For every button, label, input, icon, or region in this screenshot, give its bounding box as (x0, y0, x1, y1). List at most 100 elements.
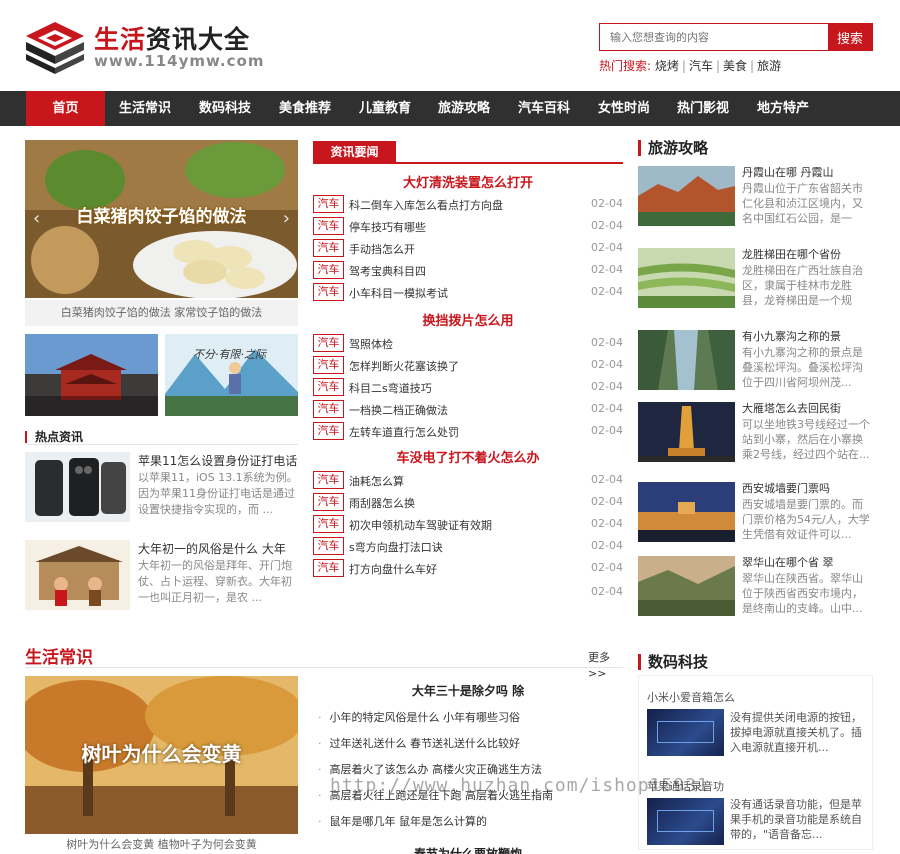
life-headline-next[interactable]: 春节为什么要放鞭炮 (313, 845, 623, 854)
list-item[interactable]: 汽车 初次申领机动车驾驶证有效期 02-04 (313, 514, 623, 534)
list-item-title[interactable]: 驾照体检 (349, 336, 393, 352)
nav-item-digital[interactable]: 数码科技 (190, 91, 260, 126)
category-tag[interactable]: 汽车 (313, 471, 344, 489)
travel-item-title[interactable]: 大雁塔怎么去回民街 (742, 400, 841, 416)
category-tag[interactable]: 汽车 (313, 334, 344, 352)
list-item-title[interactable]: 小车科目一模拟考试 (349, 285, 448, 301)
digital-item-image[interactable] (647, 798, 724, 845)
mid-news-headline[interactable]: 换挡拨片怎么用 (313, 310, 623, 329)
nav-item-food[interactable]: 美食推荐 (270, 91, 340, 126)
list-item-title[interactable]: 油耗怎么算 (349, 473, 404, 489)
nav-item-education[interactable]: 儿童教育 (350, 91, 420, 126)
category-tag[interactable]: 汽车 (313, 400, 344, 418)
hot-search-item[interactable]: 汽车 (689, 59, 713, 73)
list-item-title[interactable]: 一档换二档正确做法 (349, 402, 448, 418)
category-tag[interactable]: 汽车 (313, 537, 344, 555)
list-item[interactable]: 小年的特定风俗是什么 小年有哪些习俗 (318, 709, 521, 725)
hot-news-item[interactable]: 苹果11怎么设置身份证打电话 以苹果11，iOS 13.1系统为例。因为苹果11… (25, 452, 300, 524)
list-item[interactable]: 鼠年是哪几年 鼠年是怎么计算的 (318, 813, 488, 829)
life-feature-caption[interactable]: 树叶为什么会变黄 植物叶子为何会变黄 (25, 836, 298, 852)
mid-news-headline[interactable]: 大灯清洗装置怎么打开 (313, 172, 623, 191)
list-item[interactable]: 汽车 s弯方向盘打法口诀 02-04 (313, 536, 623, 556)
category-tag[interactable]: 汽车 (313, 422, 344, 440)
mid-news-headline[interactable]: 车没电了打不着火怎么办 (313, 447, 623, 466)
list-item[interactable]: 汽车 手动挡怎么开 02-04 (313, 238, 623, 258)
travel-item-title[interactable]: 有小九寨沟之称的景 (742, 328, 841, 344)
list-item-title[interactable]: 雨刮器怎么换 (349, 495, 415, 511)
list-item[interactable]: 汽车 怎样判断火花塞该换了 02-04 (313, 355, 623, 375)
category-tag[interactable]: 汽车 (313, 493, 344, 511)
more-link[interactable]: 更多 >> (588, 650, 610, 682)
slider-prev-icon[interactable]: ‹ (33, 208, 40, 229)
travel-item-title[interactable]: 龙胜梯田在哪个省份 (742, 246, 841, 262)
list-item[interactable]: 汽车 一档换二档正确做法 02-04 (313, 399, 623, 419)
list-item[interactable]: 汽车 打方向盘什么车好 02-04 (313, 558, 623, 578)
category-tag[interactable]: 汽车 (313, 559, 344, 577)
hot-news-link[interactable]: 苹果11怎么设置身份证打电话 (138, 452, 297, 469)
travel-item[interactable]: 大雁塔怎么去回民街 可以坐地铁3号线经过一个站到小寨，然后在小寨换乘2号线，经过… (638, 402, 873, 462)
search-button[interactable]: 搜索 (828, 24, 872, 50)
list-item-title[interactable]: 科二倒车入库怎么看点打方向盘 (349, 197, 503, 213)
nav-item-home[interactable]: 首页 (26, 91, 105, 126)
list-item-title[interactable]: 怎样判断火花塞该换了 (349, 358, 459, 374)
life-section-title[interactable]: 生活常识 (25, 643, 93, 668)
list-item-title[interactable]: 左转车道直行怎么处罚 (349, 424, 459, 440)
category-tag[interactable]: 汽车 (313, 378, 344, 396)
nav-item-fashion[interactable]: 女性时尚 (589, 91, 659, 126)
list-item-title[interactable]: 科目二s弯道技巧 (349, 380, 432, 396)
category-tag[interactable]: 汽车 (313, 195, 344, 213)
list-item[interactable]: 汽车 小车科目一模拟考试 02-04 (313, 282, 623, 302)
list-item[interactable]: 汽车 油耗怎么算 02-04 (313, 470, 623, 490)
list-item[interactable]: 汽车 雨刮器怎么换 02-04 (313, 492, 623, 512)
life-headline[interactable]: 大年三十是除夕吗 除 (313, 682, 623, 699)
nav-item-travel[interactable]: 旅游攻略 (429, 91, 499, 126)
slider-next-icon[interactable]: › (283, 208, 290, 229)
travel-section-title[interactable]: 旅游攻略 (638, 140, 708, 156)
list-item[interactable]: 汽车 停车技巧有哪些 02-04 (313, 216, 623, 236)
list-item-title[interactable]: s弯方向盘打法口诀 (349, 539, 443, 555)
nav-item-life[interactable]: 生活常识 (110, 91, 180, 126)
category-tag[interactable]: 汽车 (313, 261, 344, 279)
category-tag[interactable]: 汽车 (313, 217, 344, 235)
list-item-title[interactable]: 手动挡怎么开 (349, 241, 415, 257)
hot-search-item[interactable]: 烧烤 (655, 59, 679, 73)
travel-item[interactable]: 西安城墙要门票吗 西安城墙是要门票的。而门票价格为54元/人，大学生凭借有效证件… (638, 482, 873, 542)
travel-item-title[interactable]: 西安城墙要门票吗 (742, 480, 830, 496)
digital-section-title[interactable]: 数码科技 (638, 654, 708, 670)
category-tag[interactable]: 汽车 (313, 283, 344, 301)
hot-search-item[interactable]: 旅游 (757, 59, 781, 73)
category-tag[interactable]: 汽车 (313, 239, 344, 257)
list-item-title[interactable]: 打方向盘什么车好 (349, 561, 437, 577)
list-item[interactable]: 过年送礼送什么 春节送礼送什么比较好 (318, 735, 521, 751)
tab-news[interactable]: 资讯要闻 (313, 141, 396, 163)
thumb-cartoon[interactable]: 不分·有限·之际 (165, 334, 298, 416)
list-item-title[interactable]: 驾考宝典科目四 (349, 263, 426, 279)
travel-item-title[interactable]: 丹霞山在哪 丹霞山 (742, 164, 834, 180)
life-feature-image[interactable]: 树叶为什么会变黄 (25, 676, 298, 834)
slider-caption[interactable]: 白菜猪肉饺子馅的做法 家常饺子馅的做法 (25, 300, 298, 326)
travel-item-title[interactable]: 翠华山在哪个省 翠 (742, 554, 834, 570)
travel-item[interactable]: 有小九寨沟之称的景 有小九寨沟之称的景点是叠溪松坪沟。叠溪松坪沟位于四川省阿坝州… (638, 330, 873, 390)
digital-item-title[interactable]: 小米小爱音箱怎么 (647, 689, 735, 705)
list-item[interactable]: 汽车 驾照体检 02-04 (313, 333, 623, 353)
hot-news-item[interactable]: 大年初一的风俗是什么 大年 大年初一的风俗是拜年、开门炮仗、占卜运程、穿新衣。大… (25, 540, 300, 612)
travel-item[interactable]: 翠华山在哪个省 翠 翠华山在陕西省。翠华山位于陕西省西安市境内，是终南山的支峰。… (638, 556, 873, 616)
digital-item-image[interactable] (647, 709, 724, 756)
category-tag[interactable]: 汽车 (313, 515, 344, 533)
nav-item-auto[interactable]: 汽车百科 (509, 91, 579, 126)
travel-item[interactable]: 龙胜梯田在哪个省份 龙胜梯田在广西壮族自治区，隶属于桂林市龙胜县，龙脊梯田是一个… (638, 248, 873, 308)
nav-item-movies[interactable]: 热门影视 (668, 91, 738, 126)
list-item-title[interactable]: 停车技巧有哪些 (349, 219, 426, 235)
list-item[interactable]: 汽车 左转车道直行怎么处罚 02-04 (313, 421, 623, 441)
travel-item[interactable]: 丹霞山在哪 丹霞山 丹霞山位于广东省韶关市仁化县和浈江区境内，又名中国红石公园，… (638, 166, 873, 226)
search-input[interactable] (600, 24, 829, 50)
hot-search-item[interactable]: 美食 (723, 59, 747, 73)
nav-item-specialty[interactable]: 地方特产 (748, 91, 818, 126)
thumb-temple[interactable] (25, 334, 158, 416)
list-item[interactable]: 汽车 科二倒车入库怎么看点打方向盘 02-04 (313, 194, 623, 214)
site-logo[interactable]: 生活资讯大全 www.114ymw.com (24, 16, 263, 78)
hot-news-link[interactable]: 大年初一的风俗是什么 大年 (138, 540, 286, 557)
list-item-title[interactable]: 初次申领机动车驾驶证有效期 (349, 517, 492, 533)
list-item[interactable]: 汽车 驾考宝典科目四 02-04 (313, 260, 623, 280)
category-tag[interactable]: 汽车 (313, 356, 344, 374)
